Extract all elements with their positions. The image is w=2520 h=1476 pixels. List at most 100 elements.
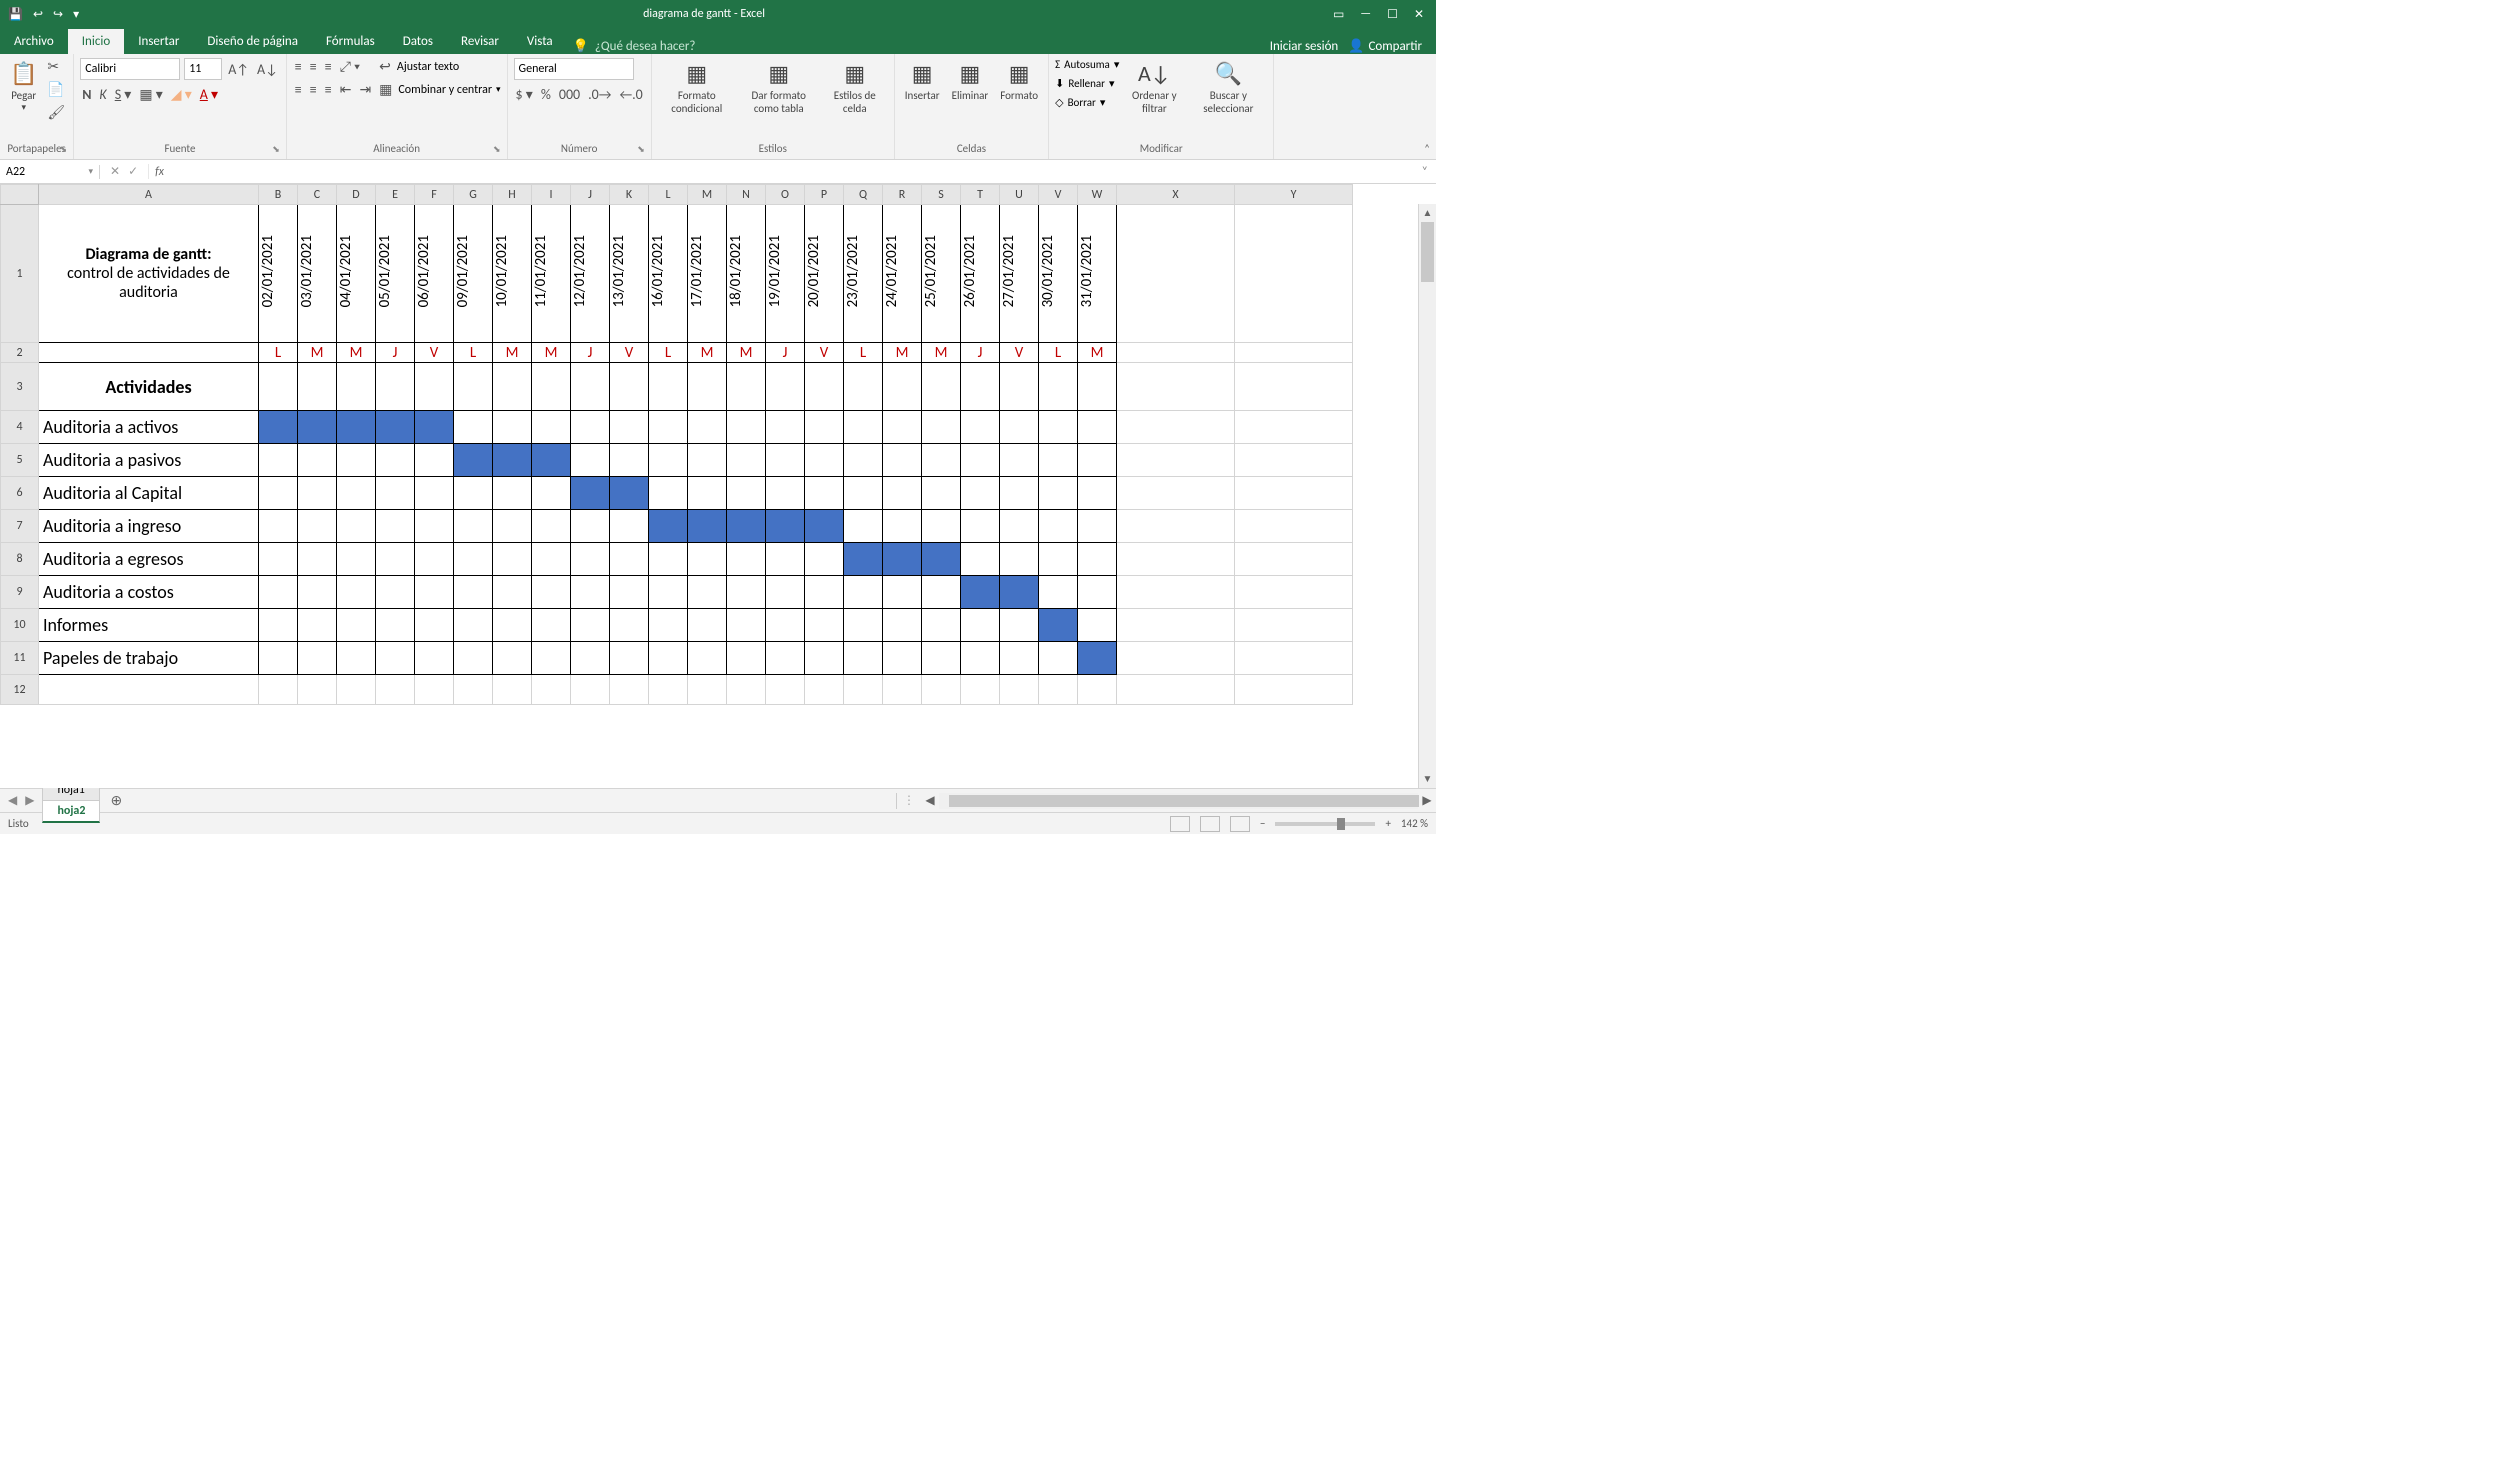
day-cell[interactable]: J: [376, 343, 415, 363]
gantt-cell[interactable]: [688, 411, 727, 444]
tab-diseno[interactable]: Diseño de página: [193, 29, 312, 54]
gantt-cell[interactable]: [844, 411, 883, 444]
gantt-cell[interactable]: [805, 477, 844, 510]
gantt-cell[interactable]: [1039, 444, 1078, 477]
date-cell[interactable]: 24/01/2021: [883, 205, 922, 343]
insert-cells-button[interactable]: ▦Insertar: [901, 58, 944, 104]
day-cell[interactable]: M: [298, 343, 337, 363]
date-cell[interactable]: 19/01/2021: [766, 205, 805, 343]
add-sheet-button[interactable]: ⊕: [100, 792, 132, 809]
bold-icon[interactable]: N: [80, 86, 93, 103]
gantt-cell[interactable]: [883, 444, 922, 477]
wrap-text-button[interactable]: ↩ Ajustar texto: [377, 58, 500, 75]
dialog-launcher-icon[interactable]: ⬊: [272, 144, 280, 155]
date-cell[interactable]: 17/01/2021: [688, 205, 727, 343]
expand-formula-bar-icon[interactable]: ˅: [1414, 165, 1436, 179]
gantt-cell[interactable]: [1000, 510, 1039, 543]
gantt-cell[interactable]: [493, 510, 532, 543]
day-cell[interactable]: L: [454, 343, 493, 363]
gantt-cell[interactable]: [649, 477, 688, 510]
gantt-cell[interactable]: [766, 576, 805, 609]
gantt-cell[interactable]: [610, 444, 649, 477]
gantt-cell[interactable]: [805, 609, 844, 642]
gantt-cell[interactable]: [844, 477, 883, 510]
gantt-cell[interactable]: [688, 510, 727, 543]
activity-name-cell[interactable]: Papeles de trabajo: [39, 642, 259, 675]
gantt-cell[interactable]: [493, 477, 532, 510]
gantt-cell[interactable]: [844, 609, 883, 642]
gantt-cell[interactable]: [883, 477, 922, 510]
gantt-cell[interactable]: [298, 543, 337, 576]
close-icon[interactable]: ✕: [1414, 7, 1424, 22]
increase-indent-icon[interactable]: ⇥: [357, 81, 373, 98]
gantt-cell[interactable]: [259, 444, 298, 477]
column-header[interactable]: H: [493, 185, 532, 205]
align-center-icon[interactable]: ≡: [308, 81, 319, 98]
gantt-cell[interactable]: [376, 609, 415, 642]
gantt-cell[interactable]: [610, 543, 649, 576]
spreadsheet-grid[interactable]: ABCDEFGHIJKLMNOPQRSTUVWXY1Diagrama de ga…: [0, 184, 1436, 788]
gantt-cell[interactable]: [298, 576, 337, 609]
activity-name-cell[interactable]: Auditoria a activos: [39, 411, 259, 444]
day-cell[interactable]: M: [883, 343, 922, 363]
cell-styles-button[interactable]: ▦Estilos de celda: [822, 58, 888, 117]
gantt-cell[interactable]: [610, 609, 649, 642]
gantt-cell[interactable]: [766, 444, 805, 477]
gantt-cell[interactable]: [1078, 477, 1117, 510]
column-header[interactable]: F: [415, 185, 454, 205]
gantt-cell[interactable]: [883, 411, 922, 444]
gantt-cell[interactable]: [259, 609, 298, 642]
gantt-cell[interactable]: [727, 609, 766, 642]
gantt-cell[interactable]: [1039, 477, 1078, 510]
align-bottom-icon[interactable]: ≡: [323, 58, 334, 75]
day-cell[interactable]: M: [688, 343, 727, 363]
gantt-cell[interactable]: [376, 444, 415, 477]
gantt-cell[interactable]: [610, 477, 649, 510]
date-cell[interactable]: 23/01/2021: [844, 205, 883, 343]
gantt-cell[interactable]: [532, 477, 571, 510]
collapse-ribbon-icon[interactable]: ˄: [1424, 142, 1430, 155]
gantt-cell[interactable]: [454, 477, 493, 510]
dialog-launcher-icon[interactable]: ⬊: [60, 144, 68, 155]
align-left-icon[interactable]: ≡: [293, 81, 304, 98]
tab-archivo[interactable]: Archivo: [0, 29, 68, 54]
gantt-cell[interactable]: [1000, 543, 1039, 576]
zoom-level[interactable]: 142 %: [1401, 817, 1428, 830]
gantt-cell[interactable]: [727, 444, 766, 477]
day-cell[interactable]: M: [532, 343, 571, 363]
scroll-right-icon[interactable]: ▶: [1418, 793, 1436, 808]
gantt-cell[interactable]: [922, 510, 961, 543]
vertical-scrollbar[interactable]: ▲ ▼: [1418, 204, 1436, 788]
row-header[interactable]: 3: [1, 363, 39, 411]
gantt-cell[interactable]: [259, 510, 298, 543]
share-button[interactable]: 👤 Compartir: [1348, 39, 1422, 54]
undo-icon[interactable]: ↩: [33, 7, 43, 22]
sign-in-link[interactable]: Iniciar sesión: [1270, 39, 1339, 54]
sheet-prev-icon[interactable]: ◀: [8, 793, 17, 808]
gantt-cell[interactable]: [1039, 543, 1078, 576]
gantt-cell[interactable]: [571, 543, 610, 576]
gantt-cell[interactable]: [571, 411, 610, 444]
increase-font-icon[interactable]: A↑: [226, 61, 251, 78]
gantt-cell[interactable]: [493, 576, 532, 609]
gantt-cell[interactable]: [337, 543, 376, 576]
dialog-launcher-icon[interactable]: ⬊: [637, 144, 645, 155]
date-cell[interactable]: 18/01/2021: [727, 205, 766, 343]
column-header[interactable]: S: [922, 185, 961, 205]
gantt-cell[interactable]: [649, 411, 688, 444]
hscroll-thumb[interactable]: [949, 795, 1419, 807]
gantt-cell[interactable]: [922, 444, 961, 477]
activity-name-cell[interactable]: Auditoria a ingreso: [39, 510, 259, 543]
tab-inicio[interactable]: Inicio: [68, 29, 124, 54]
row-header[interactable]: 10: [1, 609, 39, 642]
gantt-cell[interactable]: [922, 543, 961, 576]
gantt-cell[interactable]: [805, 543, 844, 576]
day-cell[interactable]: M: [337, 343, 376, 363]
fx-icon[interactable]: fx: [149, 165, 170, 179]
decrease-font-icon[interactable]: A↓: [255, 61, 280, 78]
fill-color-icon[interactable]: ◢ ▾: [169, 86, 194, 103]
gantt-cell[interactable]: [766, 411, 805, 444]
gantt-cell[interactable]: [1039, 510, 1078, 543]
row-header[interactable]: 8: [1, 543, 39, 576]
underline-icon[interactable]: S ▾: [113, 86, 134, 103]
